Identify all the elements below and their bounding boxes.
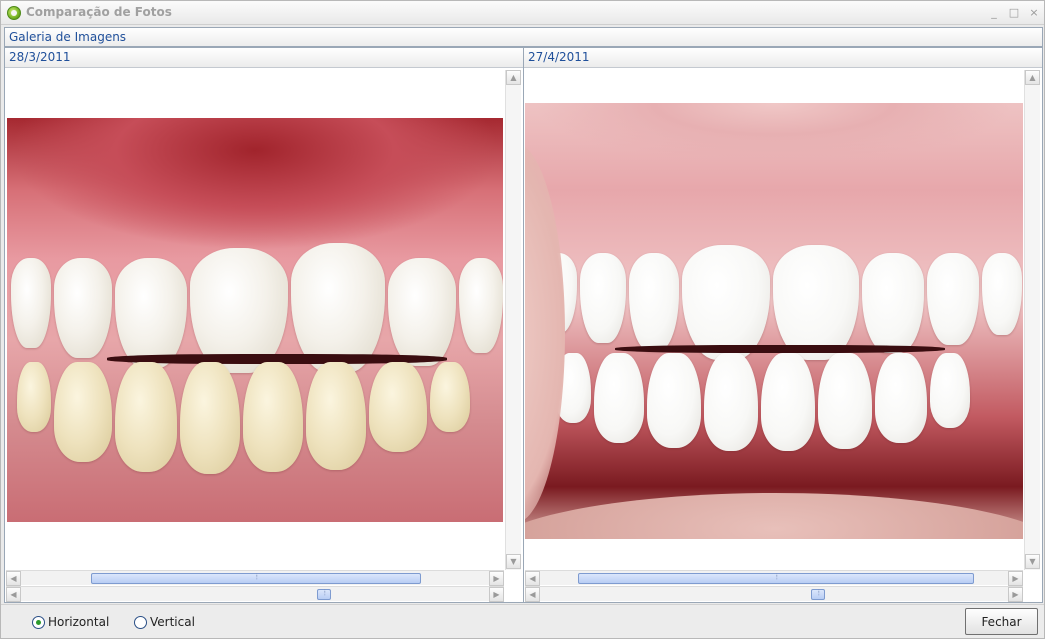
scroll-up-icon[interactable]: ▲	[506, 70, 521, 85]
vertical-scrollbar-right[interactable]: ▲ ▼	[1024, 70, 1040, 570]
scroll-left-icon[interactable]: ◀	[525, 571, 540, 586]
maximize-icon[interactable]: □	[1007, 6, 1021, 20]
scroll-right-icon[interactable]: ▶	[1008, 571, 1023, 586]
horizontal-radio[interactable]: Horizontal	[32, 615, 109, 629]
scroll-right-icon[interactable]: ▶	[489, 571, 504, 586]
scroll-left-icon[interactable]: ◀	[6, 587, 21, 602]
horizontal-scrollbar-right[interactable]: ◀ ▶	[525, 570, 1023, 586]
scroll-right-icon[interactable]: ▶	[489, 587, 504, 602]
teeth-after-photo	[525, 103, 1023, 539]
title-bar[interactable]: Comparação de Fotos _ □ ×	[1, 1, 1044, 25]
close-button[interactable]: Fechar	[965, 608, 1038, 635]
scroll-up-icon[interactable]: ▲	[1025, 70, 1040, 85]
horizontal-scrollbar-left[interactable]: ◀ ▶	[6, 570, 504, 586]
scroll-thumb[interactable]	[91, 573, 421, 584]
gallery-header[interactable]: Galeria de Imagens	[4, 27, 1043, 47]
pane-header-left: 28/3/2011	[5, 48, 523, 68]
pane-scrollbar-right[interactable]: ◀ ▶	[525, 586, 1023, 602]
pane-header-right: 27/4/2011	[524, 48, 1042, 68]
scroll-left-icon[interactable]: ◀	[6, 571, 21, 586]
photo-viewport-left[interactable]	[6, 70, 504, 570]
vertical-radio-label[interactable]: Vertical	[150, 615, 195, 629]
photo-date-left: 28/3/2011	[9, 50, 71, 64]
scroll-down-icon[interactable]: ▼	[506, 554, 521, 569]
scroll-thumb[interactable]	[317, 589, 331, 600]
gallery-label: Galeria de Imagens	[9, 30, 127, 44]
radio-unchecked-icon[interactable]	[134, 615, 147, 629]
scroll-left-icon[interactable]: ◀	[525, 587, 540, 602]
window-title: Comparação de Fotos	[26, 5, 172, 19]
close-icon[interactable]: ×	[1027, 6, 1041, 20]
minimize-icon[interactable]: _	[987, 6, 1001, 20]
vertical-radio[interactable]: Vertical	[134, 615, 195, 629]
photo-date-right: 27/4/2011	[528, 50, 590, 64]
comparison-window: Comparação de Fotos _ □ × Galeria de Ima…	[0, 0, 1045, 639]
horizontal-radio-label[interactable]: Horizontal	[48, 615, 109, 629]
teeth-before-photo	[7, 118, 503, 522]
vertical-scrollbar-left[interactable]: ▲ ▼	[505, 70, 521, 570]
photo-viewport-right[interactable]	[525, 70, 1023, 570]
app-icon	[7, 6, 21, 20]
radio-checked-icon[interactable]	[32, 615, 45, 629]
scroll-thumb[interactable]	[578, 573, 974, 584]
photo-pane-right: 27/4/2011 ▲ ▼ ◀ ⦙⦙ ▶ ◀ ⦙⦙ ▶	[523, 47, 1043, 603]
scroll-right-icon[interactable]: ▶	[1008, 587, 1023, 602]
pane-scrollbar-left[interactable]: ◀ ▶	[6, 586, 504, 602]
scroll-down-icon[interactable]: ▼	[1025, 554, 1040, 569]
photo-pane-left: 28/3/2011 ▲ ▼ ◀ ⦙⦙ ▶ ◀ ⦙⦙ ▶	[4, 47, 524, 603]
scroll-thumb[interactable]	[811, 589, 825, 600]
bottom-bar: Horizontal Vertical Fechar	[1, 604, 1044, 638]
